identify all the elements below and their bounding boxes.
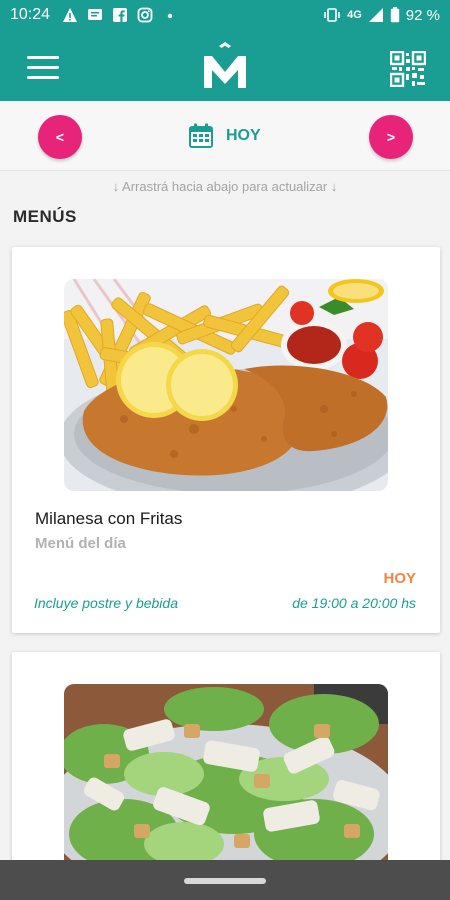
pull-to-refresh-hint: ↓ Arrastrá hacia abajo para actualizar ↓ (112, 179, 338, 194)
status-right: 4G 92 % (323, 7, 440, 24)
battery-percent: 92 % (405, 6, 440, 24)
signal-icon (368, 8, 383, 22)
previous-day-button[interactable]: < (38, 115, 82, 159)
status-bar: 10:24 4G 92 % (0, 0, 450, 30)
instagram-icon (137, 7, 153, 23)
date-selector[interactable]: HOY (188, 123, 261, 149)
section-title: MENÚS (13, 207, 77, 226)
calendar-icon (189, 123, 213, 148)
app-bar (0, 30, 450, 101)
home-gesture-handle[interactable] (184, 878, 266, 884)
menu-card[interactable]: Milanesa con Fritas Menú del día HOY Inc… (12, 247, 440, 633)
status-time: 10:24 (10, 6, 51, 23)
current-date-label: HOY (226, 127, 261, 144)
includes-text: Incluye postre y bebida (34, 595, 178, 611)
system-navigation-bar (0, 860, 450, 900)
m-logo-icon (204, 42, 246, 88)
battery-icon (390, 7, 399, 23)
hamburger-menu-icon[interactable] (27, 56, 59, 80)
vibrate-icon (324, 8, 340, 22)
schedule-text: de 19:00 a 20:00 hs (292, 595, 416, 611)
day-badge: HOY (383, 570, 416, 587)
next-day-button[interactable]: > (369, 115, 413, 159)
dish-subtitle: Menú del día (35, 535, 126, 552)
dish-photo (64, 684, 388, 884)
dot-icon (167, 13, 173, 19)
dish-photo (64, 279, 388, 491)
facebook-icon (113, 8, 128, 22)
date-navigation: < HOY > (0, 101, 450, 171)
qr-code-icon[interactable] (390, 51, 426, 87)
dish-name: Milanesa con Fritas (35, 509, 183, 528)
warning-icon (63, 8, 78, 22)
network-type: 4G (347, 9, 362, 21)
message-icon (88, 9, 103, 20)
